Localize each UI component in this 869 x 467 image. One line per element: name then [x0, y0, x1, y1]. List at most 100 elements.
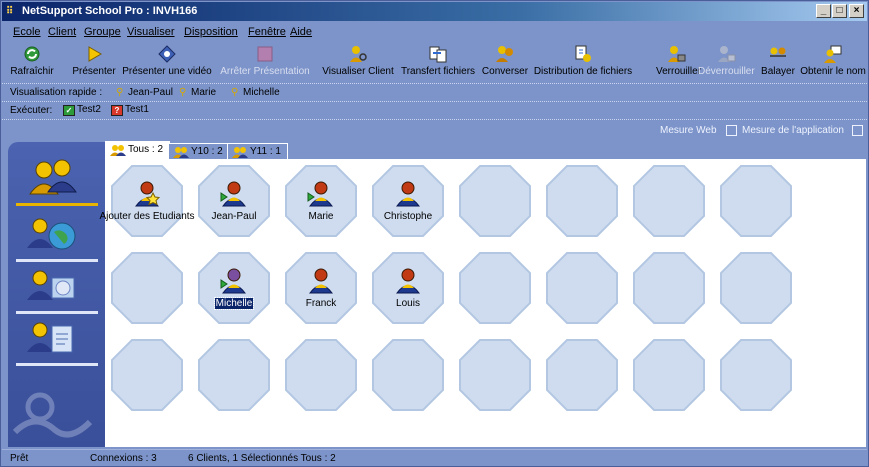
- window-title: NetSupport School Pro : INVH166: [22, 5, 198, 17]
- nav-internet-button[interactable]: [16, 212, 98, 262]
- slot-background: [633, 252, 705, 324]
- client-icon[interactable]: Franck: [285, 252, 357, 324]
- test-icon: ?: [111, 105, 123, 116]
- empty-slot: [633, 339, 705, 411]
- tab-y11[interactable]: Y11 : 1: [227, 143, 288, 160]
- group-icon: [29, 159, 77, 195]
- run-item[interactable]: ? Test1: [111, 104, 149, 116]
- stop-presentation-button[interactable]: Arrêter Présentation: [218, 44, 312, 82]
- empty-slot: [198, 339, 270, 411]
- minimize-button[interactable]: _: [816, 4, 831, 18]
- slot-background: [459, 252, 531, 324]
- run-item[interactable]: ✓ Test2: [63, 104, 101, 116]
- client-icon[interactable]: Louis: [372, 252, 444, 324]
- quick-view-item[interactable]: ⚲ Marie: [179, 87, 216, 98]
- maximize-button[interactable]: □: [832, 4, 847, 18]
- client-name: Michelle: [213, 297, 255, 310]
- slot-background: [111, 339, 183, 411]
- menu-ecole[interactable]: Ecole: [13, 26, 41, 38]
- slot-background: [546, 339, 618, 411]
- slot-background: [720, 165, 792, 237]
- nav-media-button[interactable]: [16, 264, 98, 314]
- unlock-button[interactable]: Déverrouiller: [698, 44, 755, 82]
- menu-disposition[interactable]: Disposition: [184, 26, 238, 38]
- menu-aide[interactable]: Aide: [290, 26, 312, 38]
- client-name: Franck: [305, 298, 337, 309]
- empty-slot: [720, 252, 792, 324]
- status-connections: Connexions : 3: [90, 453, 157, 464]
- status-ready: Prêt: [10, 453, 29, 464]
- student-icon: [220, 181, 246, 207]
- empty-slot: [111, 252, 183, 324]
- quick-view-item[interactable]: ⚲ Michelle: [231, 87, 280, 98]
- empty-slot: [720, 339, 792, 411]
- empty-slot: [111, 339, 183, 411]
- present-button[interactable]: Présenter: [68, 44, 120, 82]
- client-icon[interactable]: Marie: [285, 165, 357, 237]
- menu-client[interactable]: Client: [48, 26, 76, 38]
- file-transfer-button[interactable]: Transfert fichiers: [398, 44, 478, 82]
- file-distribution-icon: [575, 45, 591, 62]
- run-label: Exécuter:: [10, 105, 53, 116]
- slot-background: [546, 252, 618, 324]
- empty-slot: [720, 165, 792, 237]
- decorative-watermark-icon: [12, 392, 93, 438]
- get-name-button[interactable]: Obtenir le nom: [800, 44, 866, 82]
- group-tabs: Tous : 2 Y10 : 2 Y11 : 1: [105, 141, 866, 160]
- nav-clients-button[interactable]: [16, 156, 98, 206]
- refresh-button[interactable]: Rafraîchir: [6, 44, 58, 82]
- student-icon: [396, 181, 420, 207]
- add-students-button[interactable]: Ajouter des Etudiants: [99, 165, 195, 237]
- quick-view-item[interactable]: ⚲ Jean-Paul: [116, 87, 173, 98]
- web-measure-checkbox[interactable]: [726, 125, 737, 136]
- nav-tests-button[interactable]: [16, 316, 98, 366]
- app-measure-label: Mesure de l'application: [742, 125, 844, 136]
- status-summary: 6 Clients, 1 Sélectionnés Tous : 2: [188, 453, 336, 464]
- file-transfer-icon: [429, 46, 447, 63]
- group-icon: [232, 147, 248, 158]
- group-icon: [173, 147, 189, 158]
- test-icon: ✓: [63, 105, 75, 116]
- nav-separator: [16, 363, 98, 366]
- group-icon: [110, 145, 126, 156]
- client-icon[interactable]: Jean-Paul: [198, 165, 270, 237]
- measure-bar: Mesure Web Mesure de l'application: [2, 120, 867, 140]
- menu-visualiser[interactable]: Visualiser: [127, 26, 175, 38]
- empty-slot: [546, 339, 618, 411]
- web-measure-label: Mesure Web: [660, 125, 717, 136]
- refresh-icon: [24, 46, 40, 62]
- slot-background: [285, 339, 357, 411]
- scan-icon: [770, 47, 786, 57]
- client-name: Marie: [308, 211, 334, 222]
- tab-all[interactable]: Tous : 2: [105, 141, 171, 160]
- slot-background: [459, 339, 531, 411]
- student-icon: [396, 268, 420, 294]
- get-name-icon: [824, 45, 842, 63]
- scan-button[interactable]: Balayer: [758, 44, 798, 82]
- toolbar: Rafraîchir Présenter Présenter une vidéo…: [2, 42, 867, 84]
- student-icon: [309, 268, 333, 294]
- client-icon[interactable]: Michelle: [198, 252, 270, 324]
- chat-button[interactable]: Converser: [480, 44, 530, 82]
- chat-icon: [496, 46, 513, 62]
- quick-view-bar: Visualisation rapide : ⚲ Jean-Paul ⚲ Marie…: [2, 84, 867, 102]
- quick-view-label: Visualisation rapide :: [10, 87, 103, 98]
- lock-button[interactable]: Verrouiller: [656, 44, 701, 82]
- close-button[interactable]: ×: [849, 4, 864, 18]
- menu-groupe[interactable]: Groupe: [84, 26, 121, 38]
- present-video-button[interactable]: Présenter une vidéo: [120, 44, 214, 82]
- empty-slot: [285, 339, 357, 411]
- nav-separator: [16, 311, 98, 314]
- empty-slot: [459, 165, 531, 237]
- slot-background: [459, 165, 531, 237]
- menu-fenetre[interactable]: Fenêtre: [248, 26, 286, 38]
- file-distribution-button[interactable]: Distribution de fichiers: [533, 44, 633, 82]
- client-icon[interactable]: Christophe: [372, 165, 444, 237]
- tab-y10[interactable]: Y10 : 2: [168, 143, 230, 160]
- app-window: ⠿ NetSupport School Pro : INVH166 _ □ × …: [0, 0, 869, 467]
- empty-slot: [459, 252, 531, 324]
- media-icon: [27, 270, 75, 300]
- slot-background: [720, 339, 792, 411]
- view-client-button[interactable]: Visualiser Client: [320, 44, 396, 82]
- app-measure-checkbox[interactable]: [852, 125, 863, 136]
